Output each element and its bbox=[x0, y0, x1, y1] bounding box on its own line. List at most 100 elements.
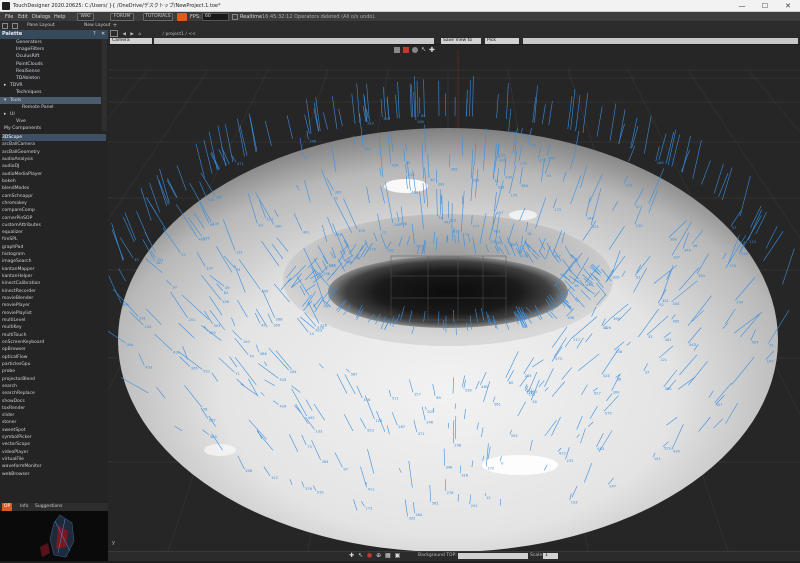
component-list-item[interactable]: kantanMapper bbox=[2, 266, 106, 273]
component-list-item[interactable]: multiLevel bbox=[2, 317, 106, 324]
close-icon[interactable]: ✕ bbox=[778, 0, 798, 12]
component-list-item[interactable]: imageSearch bbox=[2, 258, 106, 265]
background-top-field[interactable] bbox=[458, 553, 528, 559]
palette-tree-item[interactable]: My Components bbox=[0, 125, 101, 132]
component-list-item[interactable]: kantanHelper bbox=[2, 273, 106, 280]
component-list-item[interactable]: kinectCalibration bbox=[2, 280, 106, 287]
tab-op[interactable]: OP bbox=[2, 503, 12, 511]
component-list-item[interactable]: webBrowser bbox=[2, 471, 106, 478]
pane-maximize-icon[interactable] bbox=[12, 23, 18, 29]
palette-tree-item[interactable]: RealSense bbox=[0, 68, 101, 75]
torus-render[interactable]: 3034031139224157379194264141213824846543… bbox=[108, 30, 800, 551]
render-mode-icon[interactable] bbox=[394, 47, 400, 53]
component-list-item[interactable]: moviePlayer bbox=[2, 302, 106, 309]
palette-tree-item[interactable]: Generators bbox=[0, 39, 101, 46]
expand-arrow-icon[interactable]: ▾ bbox=[4, 97, 6, 104]
component-list-item[interactable]: fireSPL bbox=[2, 236, 106, 243]
component-list-item[interactable]: cornerPinSOP bbox=[2, 215, 106, 222]
component-list-item[interactable]: multiTouch bbox=[2, 332, 106, 339]
component-list-item[interactable]: symbolPicker bbox=[2, 434, 106, 441]
component-list-item[interactable]: slider bbox=[2, 412, 106, 419]
menu-edit[interactable]: Edit bbox=[18, 12, 28, 22]
palette-tree-item[interactable]: ▾Tools bbox=[0, 97, 101, 104]
logo-icon[interactable] bbox=[177, 13, 187, 21]
pane-split-icon[interactable] bbox=[2, 23, 8, 29]
save-view-dropdown[interactable]: Save View to bbox=[441, 38, 481, 44]
scale-field[interactable]: 1 bbox=[543, 553, 558, 559]
menu-help[interactable]: Help bbox=[54, 12, 65, 22]
maximize-icon[interactable]: ☐ bbox=[755, 0, 775, 12]
component-list-item[interactable]: opticalFlow bbox=[2, 354, 106, 361]
palette-tree-item[interactable]: Remote Panel bbox=[0, 104, 101, 111]
palette-tree-item[interactable]: Techniques bbox=[0, 89, 101, 96]
new-layout-label[interactable]: New Layout bbox=[84, 22, 111, 30]
light-mode-icon[interactable] bbox=[412, 47, 418, 53]
component-list-item[interactable]: toxRender bbox=[2, 405, 106, 412]
fps-field[interactable]: 60 bbox=[202, 13, 229, 21]
component-list-item[interactable]: videoPlayer bbox=[2, 449, 106, 456]
pick-dropdown[interactable]: Pick bbox=[485, 38, 519, 44]
palette-tree-item[interactable]: TDAbleton bbox=[0, 75, 101, 82]
component-list-item[interactable]: multiKey bbox=[2, 324, 106, 331]
component-list-item[interactable]: audioMediaPlayer bbox=[2, 171, 106, 178]
component-list-item[interactable]: equalizer bbox=[2, 229, 106, 236]
palette-tree-item[interactable]: Vive bbox=[0, 118, 101, 125]
move-tool-icon[interactable]: ✚ bbox=[349, 552, 354, 559]
palette-tree-item[interactable]: PointClouds bbox=[0, 61, 101, 68]
component-list-item[interactable]: graphPad bbox=[2, 244, 106, 251]
component-list-item[interactable]: kinectRecorder bbox=[2, 288, 106, 295]
pane-layout-label[interactable]: Pane Layout bbox=[27, 22, 55, 30]
component-list-item[interactable]: particlesGpu bbox=[2, 361, 106, 368]
component-list-item[interactable]: histogram bbox=[2, 251, 106, 258]
component-list-item[interactable]: stoner bbox=[2, 419, 106, 426]
component-list-item[interactable]: customAttributes bbox=[2, 222, 106, 229]
tab-info[interactable]: Info bbox=[18, 503, 31, 511]
close-palette-icon[interactable]: ✕ bbox=[101, 31, 107, 38]
component-list-item[interactable]: compareComp bbox=[2, 207, 106, 214]
component-list-item[interactable]: vectorScope bbox=[2, 441, 106, 448]
home-icon[interactable]: ⌂ bbox=[138, 32, 141, 37]
realtime-checkbox[interactable] bbox=[232, 14, 238, 20]
viewer-info-field[interactable] bbox=[523, 38, 798, 44]
record-icon[interactable]: ● bbox=[367, 552, 372, 559]
component-list-item[interactable]: search bbox=[2, 383, 106, 390]
component-list-item[interactable]: projectorBlend bbox=[2, 376, 106, 383]
minimize-icon[interactable]: — bbox=[732, 0, 752, 12]
component-list-item[interactable]: showDocs bbox=[2, 398, 106, 405]
palette-tree-item[interactable]: ▸TDVR bbox=[0, 82, 101, 89]
component-list-item[interactable]: opBrowser bbox=[2, 346, 106, 353]
add-pane-icon[interactable]: + bbox=[112, 23, 118, 29]
palette-scrollbar[interactable] bbox=[102, 39, 107, 131]
component-list-item[interactable]: chromakey bbox=[2, 200, 106, 207]
geometry-viewer[interactable]: 3034031139224157379194264141213824846543… bbox=[108, 30, 800, 551]
component-list-item[interactable]: virtualFile bbox=[2, 456, 106, 463]
menu-file[interactable]: File bbox=[5, 12, 13, 22]
camera-mode-icon[interactable] bbox=[403, 47, 409, 53]
tutorials-button[interactable]: TUTORIALS bbox=[143, 13, 173, 21]
tab-suggestions[interactable]: Suggestions bbox=[33, 503, 65, 511]
camera-path-input[interactable] bbox=[154, 38, 434, 44]
menu-dialogs[interactable]: Dialogs bbox=[32, 12, 51, 22]
component-list-item[interactable]: arcBallGeometry bbox=[2, 149, 106, 156]
component-list-item[interactable]: movieBlender bbox=[2, 295, 106, 302]
zoom-icon[interactable]: ⊕ bbox=[376, 552, 381, 559]
grid-icon[interactable]: ▦ bbox=[385, 552, 391, 559]
nav-back-icon[interactable]: ◀ bbox=[122, 32, 125, 37]
component-list-item[interactable]: audioDJ bbox=[2, 163, 106, 170]
wiki-button[interactable]: WIKI bbox=[77, 13, 94, 21]
help-icon[interactable]: ? bbox=[93, 31, 99, 38]
component-list-item[interactable]: 3DScope bbox=[2, 134, 106, 141]
transform-icon[interactable]: ✚ bbox=[429, 46, 435, 54]
expand-arrow-icon[interactable]: ▸ bbox=[4, 82, 6, 89]
component-list-item[interactable]: camSchnappr bbox=[2, 193, 106, 200]
component-list-item[interactable]: onScreenKeyboard bbox=[2, 339, 106, 346]
expand-arrow-icon[interactable]: ▸ bbox=[4, 111, 6, 118]
component-list-item[interactable]: probe bbox=[2, 368, 106, 375]
viewer-path[interactable]: / project1 / << bbox=[163, 32, 196, 37]
component-list-item[interactable]: waveformMonitor bbox=[2, 463, 106, 470]
component-list-item[interactable]: arcBallCamera bbox=[2, 141, 106, 148]
forum-button[interactable]: FORUM bbox=[110, 13, 134, 21]
component-list-item[interactable]: sweetSpot bbox=[2, 427, 106, 434]
component-list-item[interactable]: bokeh bbox=[2, 178, 106, 185]
component-list-item[interactable]: moviePlaylist bbox=[2, 310, 106, 317]
